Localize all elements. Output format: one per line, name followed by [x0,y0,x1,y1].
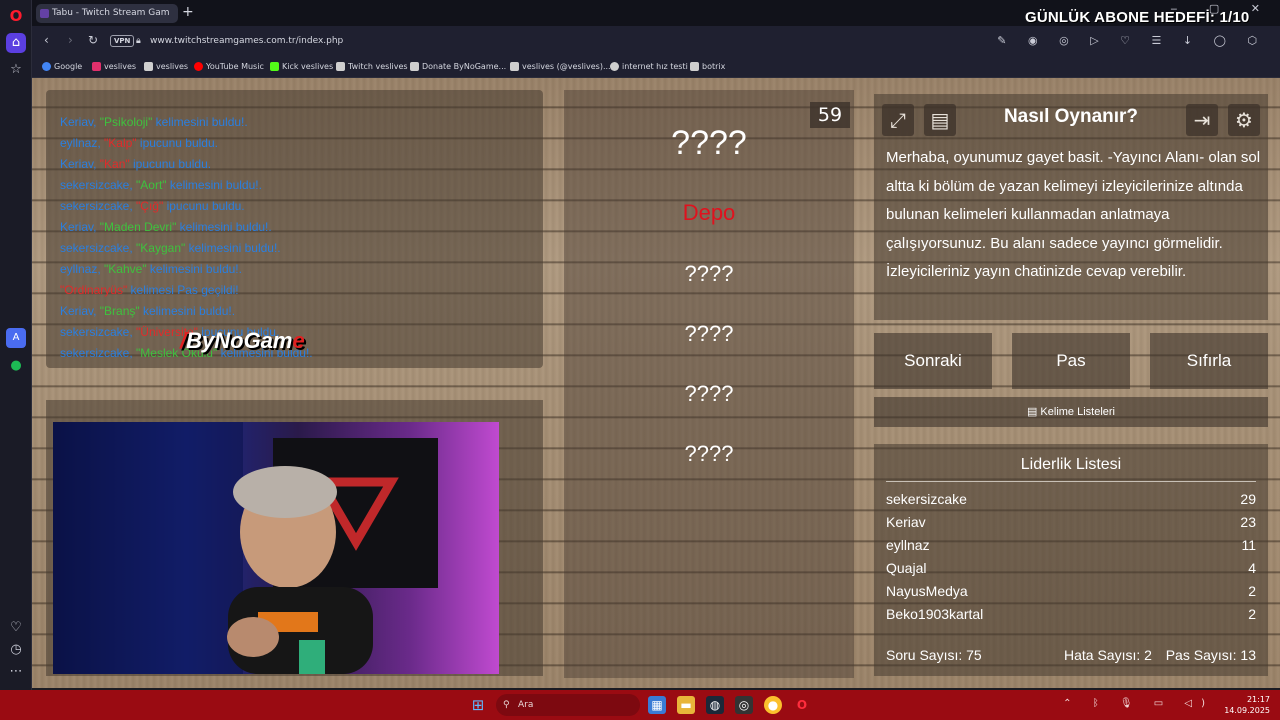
pass-count: Pas Sayısı: 13 [1165,647,1256,663]
bookmark-donate[interactable]: Donate ByNoGame... [410,61,506,73]
subscriber-goal-overlay: GÜNLÜK ABONE HEDEFİ: 1/10 [1025,9,1250,26]
taskbar-clock[interactable]: 21:17 14.09.2025 [1224,694,1270,716]
lock-icon: 🔒︎ [136,36,141,46]
vpn-badge[interactable]: VPN [110,35,135,47]
chat-line: eyllnaz, "Kahve" kelimesini buldu!. [60,262,242,276]
browser-sidebar: O ⌂ ☆ A ● ♡ ◷ ⋯ [0,0,32,690]
google-icon [42,62,51,71]
taskbar-search[interactable]: ⚲ Ara [496,694,640,716]
youtube-music-icon [194,62,203,71]
how-to-play-text: Merhaba, oyunumuz gayet basit. -Yayıncı … [886,149,1261,280]
reload-icon[interactable]: ↻ [88,33,98,47]
search-icon: ⚲ [503,700,510,710]
system-tray[interactable]: ⌃ ᛒ 🎙︎ ▭ ◁) [1063,698,1214,709]
new-tab-button[interactable]: + [182,4,194,20]
next-button[interactable]: Sonraki [874,333,992,389]
back-icon[interactable]: ‹ [44,33,49,47]
game-page: Keriav, "Psikoloji" kelimesini buldu!. e… [32,78,1280,688]
spotify-icon[interactable]: ● [6,356,26,376]
error-count: Hata Sayısı: 2 [1064,647,1152,663]
bookmark-twitch[interactable]: Twitch veslives [336,61,408,73]
url-input[interactable]: 🔒︎ www.twitchstreamgames.com.tr/index.ph… [136,34,1036,50]
bookmark-icon [690,62,699,71]
chat-line: "Ordinaryüs" kelimesi Pas geçildi! [60,283,239,297]
target-word: ???? [671,124,747,162]
history-icon[interactable]: ◷ [6,640,26,660]
file-explorer-icon[interactable]: ▬ [677,696,695,714]
bookmark-speed-test[interactable]: internet hız testi [610,61,688,73]
heart-icon[interactable]: ♡ [6,618,26,638]
bookmark-botrix[interactable]: botrix [690,61,725,73]
bookmark-veslives[interactable]: veslives [144,61,188,73]
leaderboard-panel: Liderlik Listesi sekersizcake 29 Keriav 23… [874,444,1268,676]
chat-log: Keriav, "Psikoloji" kelimesini buldu!. e… [46,90,543,368]
windows-taskbar: ⊞ ⚲ Ara ▦ ▬ ◍ ◎ ● O ⌃ ᛒ 🎙︎ ▭ ◁) 21:17 14… [0,690,1280,720]
bookmarks-bar: Google veslives veslives YouTube Music K… [32,56,1280,78]
steam-icon[interactable]: ◍ [706,696,724,714]
widgets-icon[interactable]: ▦ [648,696,666,714]
opera-taskbar-icon[interactable]: O [793,696,811,714]
chat-line: sekersizcake, "Aort" kelimesini buldu!. [60,178,262,192]
webcam-feed [53,422,499,674]
bookmark-icon [410,62,419,71]
question-count: Soru Sayısı: 75 [886,647,982,663]
instagram-icon [92,62,101,71]
bookmark-youtube-music[interactable]: YouTube Music [194,61,264,73]
home-icon[interactable]: ⌂ [6,33,26,53]
aria-icon[interactable]: A [6,328,26,348]
chrome-icon[interactable]: ● [764,696,782,714]
clipboard-icon: ▤ [1026,406,1041,418]
how-to-play-panel: ⤢ ▤ Nasıl Oynanır? ⇥ ⚙ Merhaba, oyunumuz… [874,94,1268,320]
leaderboard-title: Liderlik Listesi [1020,456,1122,473]
forbidden-word: ???? [684,381,734,406]
bookmark-veslives-social[interactable]: veslives (@veslives)... [510,61,611,73]
settings-gear-icon[interactable]: ⚙ [1228,104,1260,136]
bookmark-kick[interactable]: Kick veslives [270,61,333,73]
bookmark-icon [144,62,153,71]
forbidden-word: ???? [684,441,734,466]
forbidden-word: ???? [684,321,734,346]
tab-active[interactable]: Tabu - Twitch Stream Gam [36,4,178,23]
logout-icon[interactable]: ⇥ [1186,104,1218,136]
url-text: www.twitchstreamgames.com.tr/index.php [150,36,344,46]
chat-line: Keriav, "Maden Devri" kelimesini buldu!. [60,220,272,234]
tab-title: Tabu - Twitch Stream Gam [52,8,170,18]
bookmark-icon [510,62,519,71]
chat-line: eyllnaz, "Kalp" ipucunu buldu. [60,136,218,150]
twitch-favicon-icon [40,9,49,18]
chat-line: Keriav, "Kan" ipucunu buldu. [60,157,212,171]
reset-button[interactable]: Sıfırla [1150,333,1268,389]
forbidden-word-revealed: Depo [682,200,736,225]
bookmark-instagram[interactable]: veslives [92,61,136,73]
kick-icon [270,62,279,71]
streamer-webcam-image [53,422,438,674]
toolbar-icons[interactable]: ✎ ◉ ◎ ▷ ♡ ☰ ↓ ◯ ⬡ [997,34,1266,47]
pass-button[interactable]: Pas [1012,333,1130,389]
address-bar: ‹ › ↻ VPN 🔒︎ www.twitchstreamgames.com.t… [32,26,1280,56]
github-icon [610,62,619,71]
chat-line: Keriav, "Psikoloji" kelimesini buldu!. [60,115,248,129]
forward-icon[interactable]: › [68,33,73,47]
bookmark-icon [336,62,345,71]
divider [886,481,1256,482]
star-icon[interactable]: ☆ [6,60,26,80]
word-card: ???? Depo ???? ???? ???? ???? [564,90,854,678]
start-menu-icon[interactable]: ⊞ [469,696,487,714]
opera-logo-icon[interactable]: O [6,6,26,26]
chat-line: sekersizcake, "Çığ" ipucunu buldu. [60,199,245,213]
countdown-timer: 59 [810,102,850,128]
chat-line: sekersizcake, "Kaygan" kelimesini buldu!… [60,241,281,255]
forbidden-word: ???? [684,261,734,286]
more-icon[interactable]: ⋯ [6,662,26,682]
word-lists-button[interactable]: ▤ Kelime Listeleri [874,397,1268,427]
bookmark-google[interactable]: Google [42,61,82,73]
obs-icon[interactable]: ◎ [735,696,753,714]
sponsor-logo: /ByNoGame [180,328,305,353]
chat-line: Keriav, "Branş" kelimesini buldu!. [60,304,236,318]
